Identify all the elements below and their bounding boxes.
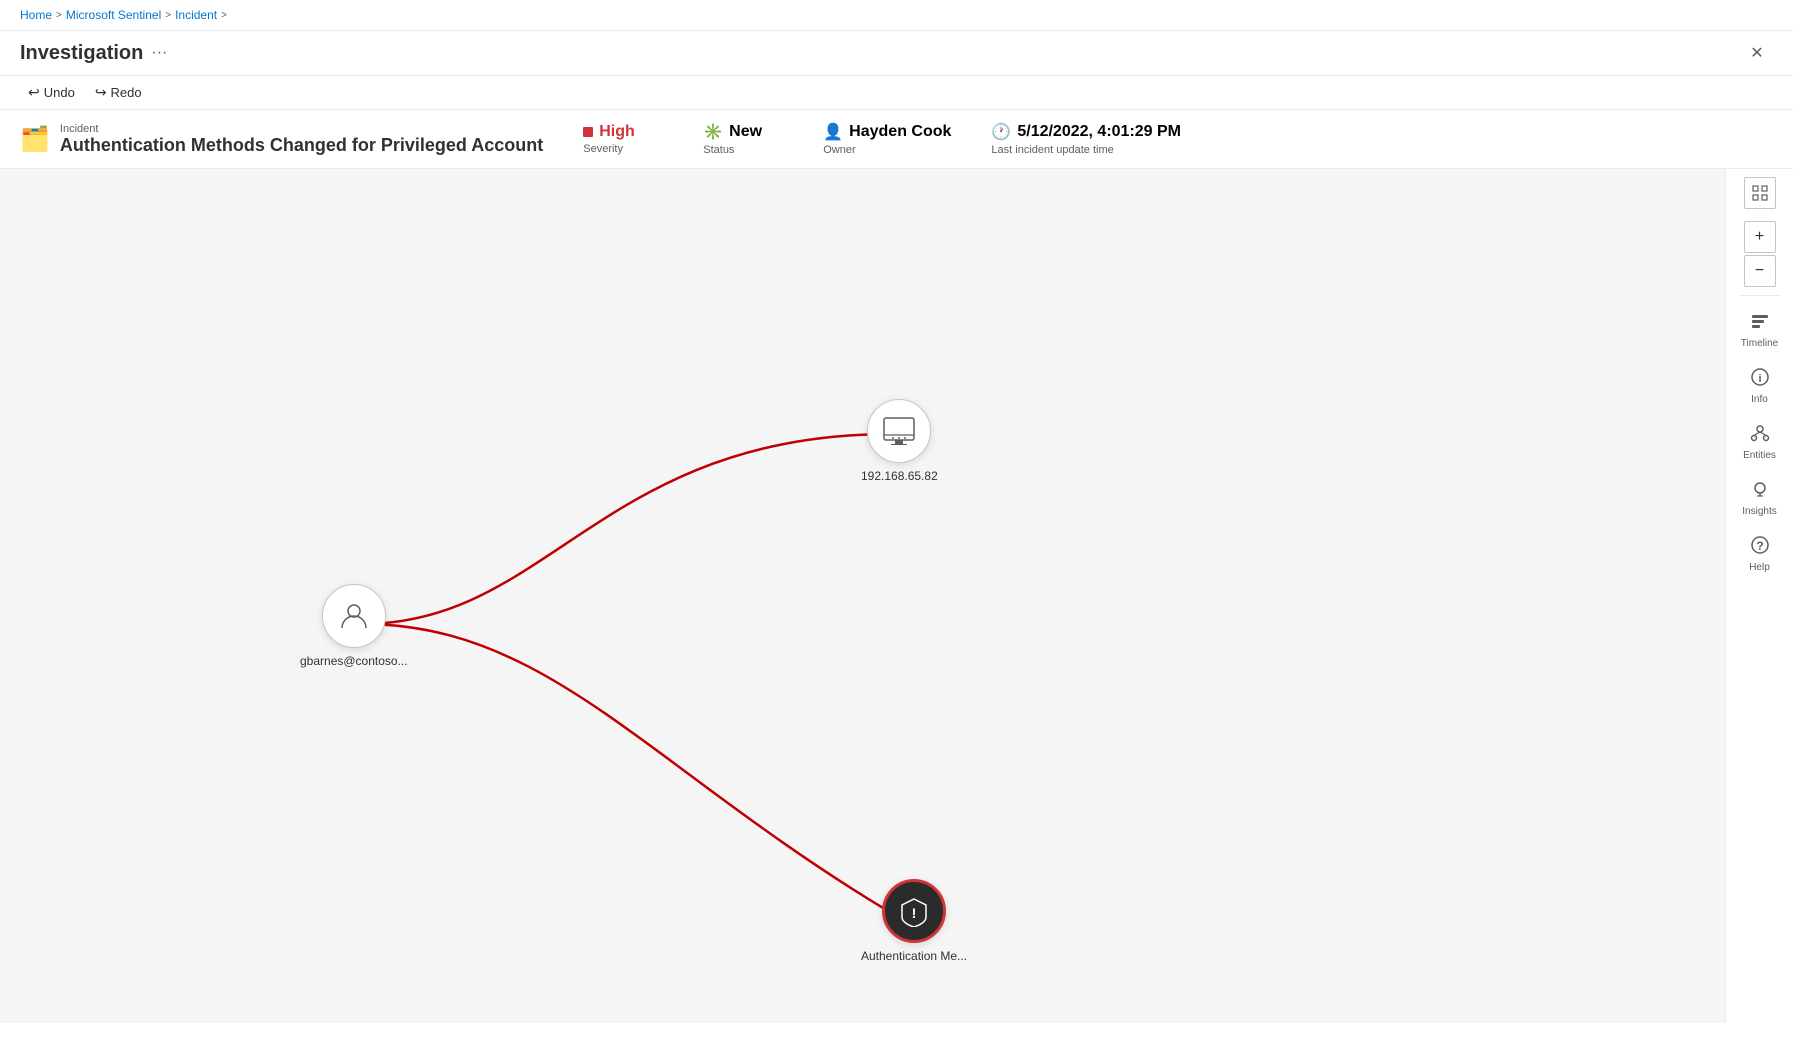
zoom-in-button[interactable]: + [1744,221,1776,253]
undo-icon: ↩ [28,84,40,101]
svg-text:?: ? [1756,539,1763,553]
ip-node-label: 192.168.65.82 [861,469,938,483]
insights-label: Insights [1742,506,1776,517]
time-value: 🕐 5/12/2022, 4:01:29 PM [991,122,1181,142]
title-bar: Investigation ··· ✕ [0,31,1793,76]
zoom-out-button[interactable]: − [1744,255,1776,287]
user-node[interactable]: gbarnes@contoso... [300,584,408,668]
fit-view-button[interactable] [1744,177,1776,209]
status-icon: ✳️ [703,122,723,142]
ip-node-circle [867,399,931,463]
status-value: ✳️ New [703,122,783,142]
help-icon: ? [1750,535,1770,560]
time-label: Last incident update time [991,144,1181,156]
undo-button[interactable]: ↩ Undo [20,80,83,105]
status-label: Status [703,144,783,156]
insights-icon [1750,479,1770,504]
title-more-button[interactable]: ··· [151,44,167,62]
incident-title-group: Incident Authentication Methods Changed … [60,123,543,156]
breadcrumb-sep3: > [221,10,227,21]
zoom-group: + − [1744,221,1776,287]
owner-icon: 👤 [823,122,843,142]
severity-value: High [583,123,663,141]
breadcrumb: Home > Microsoft Sentinel > Incident > [0,0,1793,31]
user-node-circle [322,584,386,648]
help-label: Help [1749,562,1770,573]
timeline-button[interactable]: Timeline [1734,304,1786,356]
ip-node[interactable]: 192.168.65.82 [861,399,938,483]
svg-text:!: ! [912,905,917,921]
owner-item: 👤 Hayden Cook Owner [823,122,951,156]
timeline-label: Timeline [1741,338,1778,349]
right-sidebar: + − Timeline i Info [1725,169,1793,1023]
page-title: Investigation [20,42,143,65]
redo-button[interactable]: ↪ Redo [87,80,150,105]
incident-title-section: 🗂️ Incident Authentication Methods Chang… [20,123,543,156]
sidebar-divider-1 [1740,295,1780,296]
redo-icon: ↪ [95,84,107,101]
alert-node-circle: ! [882,879,946,943]
severity-dot [583,127,593,137]
help-button[interactable]: ? Help [1734,528,1786,580]
undo-label: Undo [44,85,75,100]
insights-button[interactable]: Insights [1734,472,1786,524]
info-icon: i [1750,367,1770,392]
breadcrumb-sep2: > [165,10,171,21]
incident-label: Incident [60,123,543,135]
close-button[interactable]: ✕ [1741,37,1773,69]
breadcrumb-home[interactable]: Home [20,8,52,22]
severity-label: Severity [583,143,663,155]
severity-item: High Severity [583,123,663,155]
status-item: ✳️ New Status [703,122,783,156]
graph-area[interactable]: gbarnes@contoso... 192.168.65.82 [0,169,1725,1023]
time-item: 🕐 5/12/2022, 4:01:29 PM Last incident up… [991,122,1181,156]
breadcrumb-sentinel[interactable]: Microsoft Sentinel [66,8,161,22]
alert-node[interactable]: ! Authentication Me... [861,879,967,963]
entities-icon [1750,423,1770,448]
owner-value: 👤 Hayden Cook [823,122,951,142]
main-content: gbarnes@contoso... 192.168.65.82 [0,169,1793,1023]
entities-button[interactable]: Entities [1734,416,1786,468]
breadcrumb-incident[interactable]: Incident [175,8,217,22]
incident-bar: 🗂️ Incident Authentication Methods Chang… [0,110,1793,169]
title-left: Investigation ··· [20,42,167,65]
svg-text:i: i [1758,373,1761,385]
entities-label: Entities [1743,450,1776,461]
info-label: Info [1751,394,1768,405]
timeline-icon [1750,311,1770,336]
clock-icon: 🕐 [991,122,1011,142]
toolbar: ↩ Undo ↪ Redo [0,76,1793,110]
user-node-label: gbarnes@contoso... [300,654,408,668]
owner-label: Owner [823,144,951,156]
info-button[interactable]: i Info [1734,360,1786,412]
breadcrumb-sep1: > [56,10,62,21]
alert-node-label: Authentication Me... [861,949,967,963]
redo-label: Redo [111,85,142,100]
incident-icon: 🗂️ [20,125,50,154]
incident-title-text: Authentication Methods Changed for Privi… [60,135,543,156]
